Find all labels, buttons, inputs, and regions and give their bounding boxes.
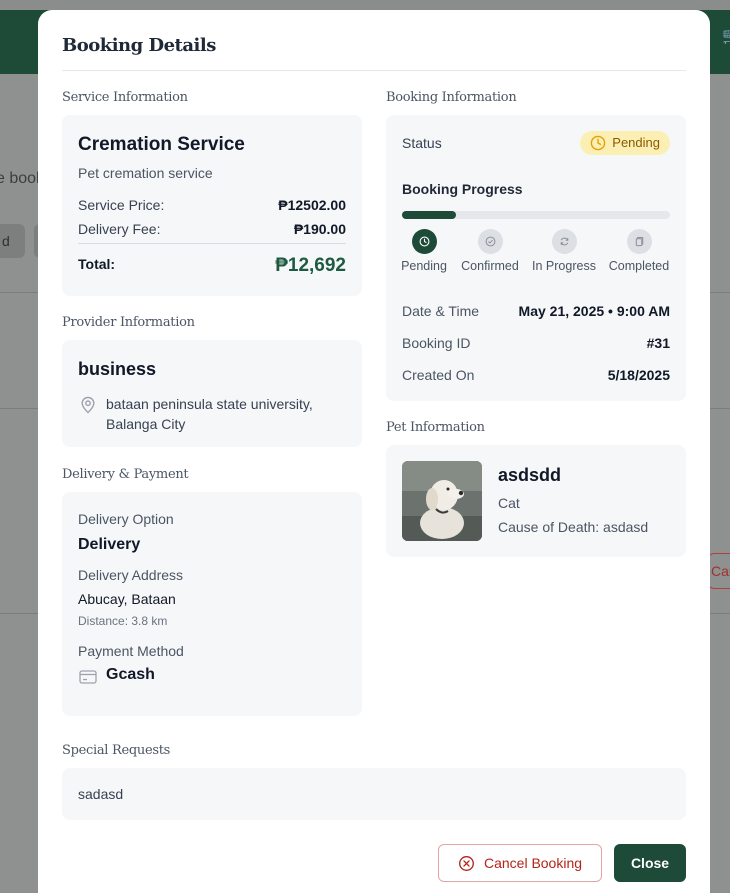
step-in-progress-dot — [551, 229, 577, 254]
special-requests-heading: Special Requests — [62, 743, 171, 758]
created-on-value: 5/18/2025 — [607, 367, 670, 383]
pet-info-heading: Pet Information — [386, 420, 485, 435]
step-completed-label: Completed — [608, 259, 670, 273]
location-pin-icon — [80, 396, 96, 419]
clipboard-icon — [634, 236, 645, 247]
service-price-row: Service Price: ₱12502.00 — [78, 197, 346, 213]
special-requests-card: sadasd — [62, 768, 686, 820]
booking-details-modal: Booking Details Service Information Crem… — [38, 10, 710, 893]
booking-id-row: Booking ID #31 — [402, 335, 670, 351]
clock-icon — [590, 135, 612, 151]
modal-title: Booking Details — [62, 35, 216, 56]
refresh-icon — [559, 236, 570, 247]
delivery-fee-row: Delivery Fee: ₱190.00 — [78, 221, 346, 237]
pet-name: asdsdd — [498, 465, 562, 485]
delivery-option-label: Delivery Option — [78, 511, 174, 527]
created-on-row: Created On 5/18/2025 — [402, 367, 670, 383]
progress-fill — [402, 211, 456, 219]
booking-card: Status Pending Booking Progress Pending … — [386, 115, 686, 401]
credit-card-icon — [79, 670, 97, 689]
provider-address: bataan peninsula state university, Balan… — [106, 396, 313, 432]
pet-card: asdsdd Cat Cause of Death: asdasd — [386, 445, 686, 557]
cancel-booking-button[interactable]: Cancel Booking — [438, 844, 602, 882]
delivery-fee-value: ₱190.00 — [293, 221, 346, 237]
delivery-payment-heading: Delivery & Payment — [62, 467, 189, 482]
step-completed: Completed — [599, 229, 679, 273]
pet-type: Cat — [498, 495, 520, 511]
provider-card: business bataan peninsula state universi… — [62, 340, 362, 447]
service-info-heading: Service Information — [62, 90, 188, 105]
step-in-progress: In Progress — [524, 229, 604, 273]
booking-progress-title: Booking Progress — [402, 181, 523, 197]
step-in-progress-label: In Progress — [532, 259, 596, 273]
step-confirmed-dot — [477, 229, 503, 254]
cancel-circle-icon — [458, 855, 484, 872]
total-value: ₱12,692 — [275, 255, 346, 276]
service-description: Pet cremation service — [78, 165, 213, 181]
service-price-value: ₱12502.00 — [278, 197, 346, 213]
datetime-label: Date & Time — [402, 303, 480, 319]
delivery-fee-label: Delivery Fee: — [78, 221, 161, 237]
clock-icon — [419, 236, 430, 247]
delivery-distance: Distance: 3.8 km — [78, 614, 168, 628]
created-on-label: Created On — [402, 367, 475, 383]
total-divider — [78, 243, 346, 244]
service-card: Cremation Service Pet cremation service … — [62, 115, 362, 296]
step-confirmed: Confirmed — [450, 229, 530, 273]
step-pending-dot — [411, 229, 437, 254]
delivery-address-label: Delivery Address — [78, 567, 184, 583]
close-button[interactable]: Close — [614, 844, 686, 882]
pet-photo — [402, 461, 482, 541]
booking-id-label: Booking ID — [402, 335, 471, 351]
total-label: Total: — [78, 256, 116, 272]
step-confirmed-label: Confirmed — [461, 259, 519, 273]
background-filter-chip: d — [0, 224, 25, 258]
title-divider — [62, 70, 686, 71]
datetime-value: May 21, 2025 • 9:00 AM — [518, 303, 670, 319]
status-badge: Pending — [580, 131, 670, 155]
status-value: Pending — [612, 135, 660, 150]
status-label: Status — [402, 135, 442, 151]
payment-method-label: Payment Method — [78, 643, 184, 659]
datetime-row: Date & Time May 21, 2025 • 9:00 AM — [402, 303, 670, 319]
check-circle-icon — [485, 236, 496, 247]
payment-method-value: Gcash — [106, 666, 155, 683]
background-cancel-button: Canc — [708, 553, 730, 589]
provider-info-heading: Provider Information — [62, 315, 195, 330]
cancel-booking-label: Cancel Booking — [483, 855, 583, 871]
booking-id-value: #31 — [646, 335, 670, 351]
progress-track — [402, 211, 670, 219]
provider-name: business — [78, 359, 157, 379]
special-requests-text: sadasd — [78, 786, 124, 802]
delivery-option-value: Delivery — [78, 536, 141, 553]
step-completed-dot — [626, 229, 652, 254]
cart-icon: 🛒 — [722, 26, 730, 46]
pet-cause-of-death: Cause of Death: asdasd — [498, 519, 649, 535]
booking-info-heading: Booking Information — [386, 90, 517, 105]
service-price-label: Service Price: — [78, 197, 165, 213]
delivery-address-value: Abucay, Bataan — [78, 591, 176, 607]
service-name: Cremation Service — [78, 134, 245, 155]
delivery-payment-card: Delivery Option Delivery Delivery Addres… — [62, 492, 362, 716]
